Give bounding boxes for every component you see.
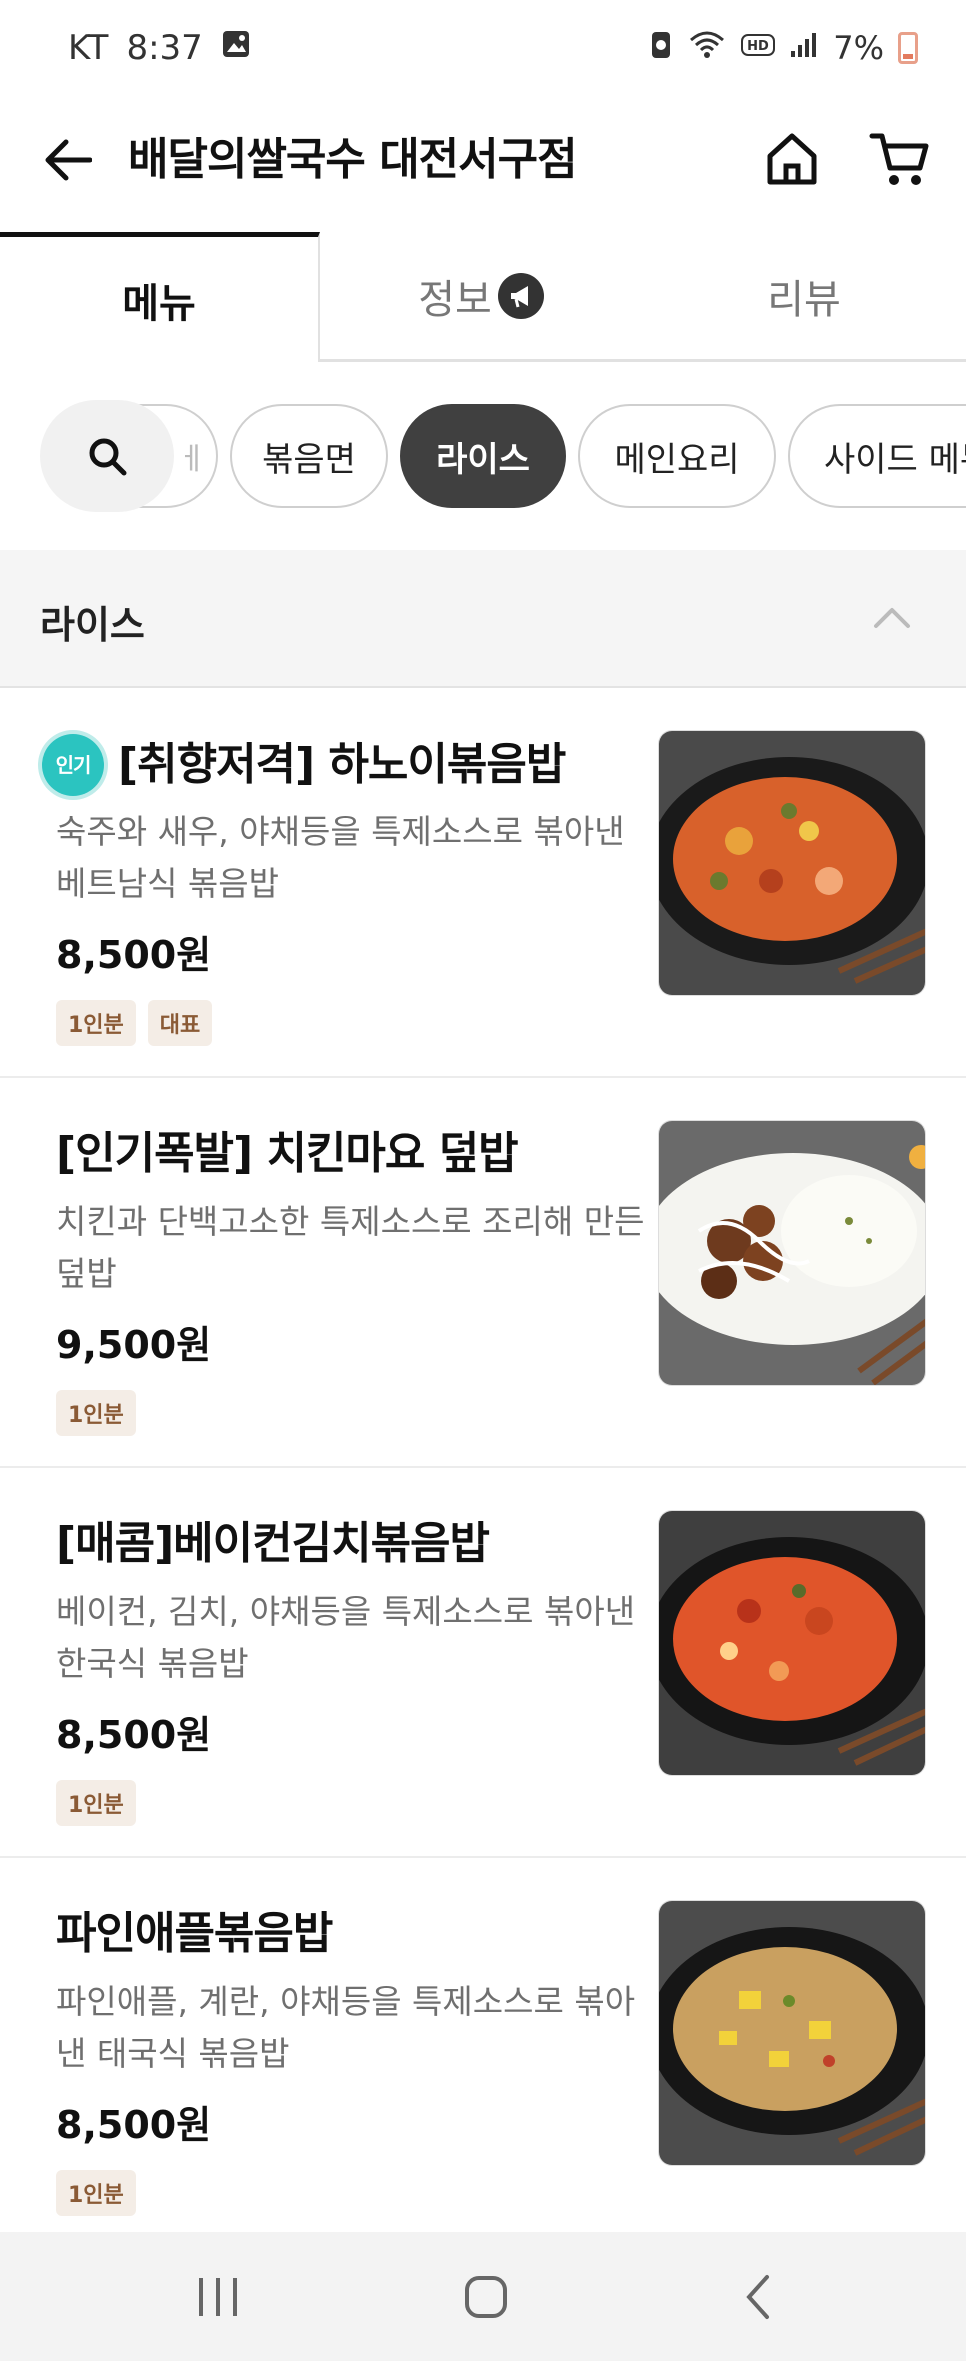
back-button[interactable]	[38, 130, 98, 190]
menu-item-tags: 1인분	[56, 1390, 136, 1436]
battery-percent: 7%	[833, 29, 884, 67]
category-chip-side-menu[interactable]: 사이드 메뉴	[788, 404, 966, 508]
cart-icon	[869, 133, 929, 185]
category-chip-bar: ㅔ 볶음면 라이스 메인요리 사이드 메뉴	[0, 398, 966, 516]
category-chip-stir-fried-noodles[interactable]: 볶음면	[230, 404, 388, 508]
home-button[interactable]	[762, 128, 822, 192]
tab-review-label: 리뷰	[767, 276, 841, 323]
gallery-icon	[221, 28, 251, 68]
recent-apps-button[interactable]	[178, 2262, 258, 2332]
menu-item-description: 숙주와 새우, 야채등을 특제소스로 볶아낸 베트남식 볶음밥	[56, 812, 625, 903]
menu-item-description: 파인애플, 계란, 야채등을 특제소스로 볶아낸 태국식 볶음밥	[56, 1982, 636, 2073]
menu-item-photo	[658, 1510, 926, 1776]
clock: 8:37	[126, 28, 203, 68]
menu-item-name: [인기폭발] 치킨마요 덮밥	[56, 1128, 519, 1179]
recent-apps-icon	[199, 2278, 237, 2316]
chevron-left-icon	[746, 2275, 769, 2319]
menu-item[interactable]: [인기폭발] 치킨마요 덮밥 치킨과 단백고소한 특제소스로 조리해 만든 덮밥…	[0, 1080, 966, 1468]
menu-item-price: 8,500원	[56, 933, 212, 977]
signal-icon	[789, 29, 819, 67]
alarm-icon	[649, 28, 673, 68]
hd-icon: HD	[741, 29, 776, 67]
menu-item[interactable]: 파인애플볶음밥 파인애플, 계란, 야채등을 특제소스로 볶아낸 태국식 볶음밥…	[0, 1860, 966, 2248]
popular-badge: 인기	[42, 734, 104, 796]
menu-item-tags: 1인분 대표	[56, 1000, 213, 1046]
megaphone-icon	[497, 272, 544, 319]
status-right: HD 7%	[649, 28, 918, 68]
tab-menu[interactable]: 메뉴	[0, 232, 320, 362]
tab-bar: 메뉴 정보 리뷰	[0, 232, 966, 362]
menu-item-name: [취향저격] 하노이볶음밥	[118, 739, 566, 790]
category-chip-label: 라이스	[436, 439, 530, 480]
home-icon	[767, 133, 817, 185]
status-left: KT 8:37	[68, 28, 251, 68]
serving-tag: 1인분	[56, 1000, 136, 1046]
category-chip-partial-label: ㅔ	[178, 442, 206, 477]
menu-item[interactable]: [매콤]베이컨김치볶음밥 베이컨, 김치, 야채등을 특제소스로 볶아낸 한국식…	[0, 1470, 966, 1858]
menu-item-photo	[658, 1900, 926, 2166]
system-home-button[interactable]	[446, 2262, 526, 2332]
tab-info[interactable]: 정보	[320, 232, 642, 362]
menu-item-tags: 1인분	[56, 2170, 136, 2216]
menu-item-name-row: 인기 [취향저격] 하노이볶음밥	[42, 734, 566, 796]
menu-item-photo	[658, 730, 926, 996]
serving-tag: 1인분	[56, 1780, 136, 1826]
collapse-button[interactable]	[872, 604, 912, 634]
search-icon	[89, 438, 127, 476]
carrier-label: KT	[68, 28, 109, 68]
home-circle-icon	[465, 2276, 507, 2318]
menu-item-name: [매콤]베이컨김치볶음밥	[56, 1518, 490, 1569]
serving-tag: 1인분	[56, 1390, 136, 1436]
tab-review[interactable]: 리뷰	[642, 232, 966, 362]
category-chip-label: 메인요리	[614, 439, 740, 480]
chevron-up-icon	[874, 608, 910, 628]
system-nav-bar	[0, 2232, 966, 2361]
tab-info-label: 정보	[418, 276, 492, 323]
menu-item-price: 9,500원	[56, 1323, 212, 1367]
store-title: 배달의쌀국수 대전서구점	[128, 134, 578, 185]
tab-menu-label: 메뉴	[122, 280, 196, 327]
wifi-icon	[687, 28, 727, 68]
menu-item-name: 파인애플볶음밥	[56, 1908, 333, 1959]
category-chip-main-dish[interactable]: 메인요리	[578, 404, 776, 508]
menu-item-photo	[658, 1120, 926, 1386]
menu-search-button[interactable]	[40, 400, 174, 512]
svg-text:HD: HD	[747, 39, 769, 54]
serving-tag: 1인분	[56, 2170, 136, 2216]
arrow-left-icon	[45, 139, 92, 181]
menu-item[interactable]: 인기 [취향저격] 하노이볶음밥 숙주와 새우, 야채등을 특제소스로 볶아낸 …	[0, 690, 966, 1078]
menu-item-description: 치킨과 단백고소한 특제소스로 조리해 만든 덮밥	[56, 1202, 645, 1293]
menu-item-description: 베이컨, 김치, 야채등을 특제소스로 볶아낸 한국식 볶음밥	[56, 1592, 636, 1683]
system-back-button[interactable]	[718, 2262, 798, 2332]
category-chip-label: 사이드 메뉴	[824, 439, 966, 480]
menu-item-price: 8,500원	[56, 2103, 212, 2147]
menu-item-price: 8,500원	[56, 1713, 212, 1757]
section-header[interactable]: 라이스	[0, 550, 966, 688]
status-bar: KT 8:37 HD 7%	[0, 0, 966, 100]
battery-icon	[898, 32, 918, 64]
section-title: 라이스	[40, 603, 145, 647]
cart-button[interactable]	[868, 128, 932, 192]
category-chip-label: 볶음면	[262, 439, 356, 480]
app-header: 배달의쌀국수 대전서구점	[0, 100, 966, 230]
menu-item-tags: 1인분	[56, 1780, 136, 1826]
signature-tag: 대표	[147, 1000, 213, 1046]
category-chip-rice[interactable]: 라이스	[400, 404, 566, 508]
